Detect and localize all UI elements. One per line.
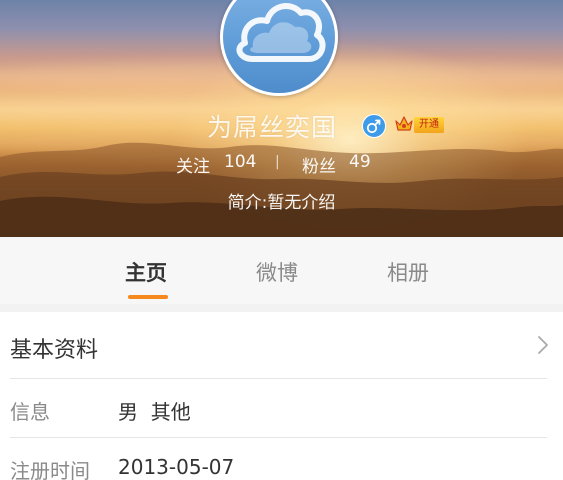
tab-weibo[interactable]: 微博 <box>256 257 298 287</box>
male-icon <box>362 114 386 138</box>
fans-label[interactable]: 粉丝 <box>302 152 336 177</box>
vip-open-badge[interactable]: 开通 <box>414 117 444 133</box>
profile-page: 为屌丝奕国 开通 关注 104 | 粉丝 49 简介:暂无介绍 主页 微博 相册… <box>0 0 563 480</box>
info-row-value: 2013-05-07 <box>118 455 235 479</box>
profile-cover: 为屌丝奕国 开通 关注 104 | 粉丝 49 简介:暂无介绍 <box>0 0 563 237</box>
cloud-avatar-image <box>236 3 326 62</box>
tab-album[interactable]: 相册 <box>387 257 429 287</box>
name-row: 为屌丝奕国 开通 <box>0 106 563 146</box>
section-gap <box>0 304 563 312</box>
section-title: 基本资料 <box>10 338 99 363</box>
follow-label[interactable]: 关注 <box>176 152 210 177</box>
info-row-value: 男 其他 <box>118 400 191 424</box>
nickname: 为屌丝奕国 <box>207 113 338 142</box>
active-tab-indicator <box>128 295 168 299</box>
stats-row: 关注 104 | 粉丝 49 <box>0 152 563 178</box>
stats-separator: | <box>275 154 280 170</box>
intro-text: 简介:暂无介绍 <box>227 193 336 213</box>
follow-count[interactable]: 104 <box>224 152 256 172</box>
basic-info-header[interactable]: 基本资料 <box>0 312 563 378</box>
fans-count[interactable]: 49 <box>349 152 371 172</box>
info-row: 注册时间 2013-05-07 <box>0 438 563 480</box>
profile-tabs: 主页 微博 相册 <box>0 237 563 305</box>
tab-home[interactable]: 主页 <box>125 257 167 287</box>
info-row-label: 信息 <box>10 400 50 424</box>
chevron-right-icon <box>536 334 550 356</box>
info-row: 信息 男 其他 <box>0 379 563 437</box>
crown-icon[interactable] <box>394 114 414 134</box>
info-row-label: 注册时间 <box>10 459 90 480</box>
